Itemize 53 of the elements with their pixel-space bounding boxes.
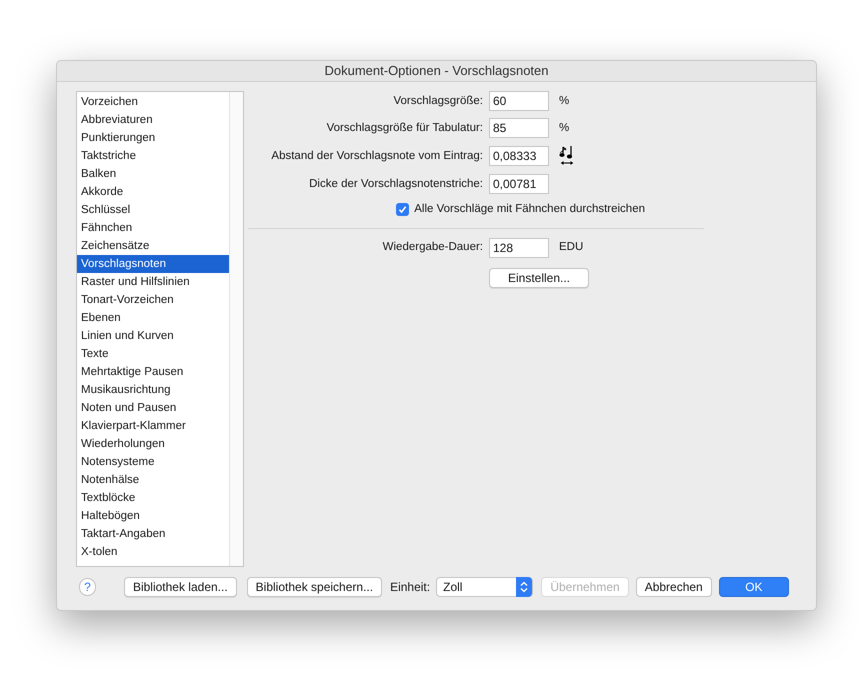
category-item[interactable]: Vorzeichen <box>77 93 229 112</box>
category-item[interactable]: Abbreviaturen <box>77 111 229 130</box>
category-item[interactable]: Texte <box>77 345 229 364</box>
category-item[interactable]: Ebenen <box>77 309 229 328</box>
input-field[interactable]: 60 <box>489 91 549 112</box>
category-item[interactable]: Linien und Kurven <box>77 327 229 346</box>
window-title: Dokument-Optionen - Vorschlagsnoten <box>324 62 548 80</box>
category-item[interactable]: Haltebögen <box>77 507 229 526</box>
library-button[interactable]: Bibliothek laden... <box>124 576 237 597</box>
input-field[interactable]: 0,00781 <box>489 174 549 194</box>
category-item[interactable]: Textblöcke <box>77 489 229 508</box>
category-item[interactable]: Noten und Pausen <box>77 399 229 418</box>
unit-label: % <box>559 120 570 136</box>
dialog-button[interactable]: Abbrechen <box>636 576 712 597</box>
category-item[interactable]: Musikausrichtung <box>77 381 229 400</box>
category-item[interactable]: Schlüssel <box>77 201 229 220</box>
input-field[interactable]: 0,08333 <box>489 146 549 166</box>
category-item[interactable]: Balken <box>77 165 229 184</box>
checkmark-icon <box>398 205 408 214</box>
category-item[interactable]: Vorschlagsnoten <box>77 255 229 274</box>
category-item[interactable]: Fähnchen <box>77 219 229 238</box>
category-item[interactable]: X-tolen <box>77 543 229 562</box>
input-field[interactable]: 85 <box>489 118 549 138</box>
category-item[interactable]: Raster und Hilfslinien <box>77 273 229 292</box>
category-item[interactable]: Notenhälse <box>77 471 229 490</box>
field-label: Dicke der Vorschlagsnotenstriche: <box>308 176 483 192</box>
category-item[interactable]: Taktart-Angaben <box>77 525 229 544</box>
checkbox-label: Alle Vorschläge mit Fähnchen durchstreichen <box>414 202 645 218</box>
field-label: Vorschlagsgröße: <box>392 94 483 109</box>
unit-label: % <box>559 94 570 109</box>
checkbox[interactable] <box>396 203 410 216</box>
category-item[interactable]: Zeichensätze <box>77 237 229 256</box>
category-item[interactable]: Notensysteme <box>77 453 229 472</box>
field-label: Vorschlagsgröße für Tabulatur: <box>326 120 483 136</box>
category-item[interactable]: Mehrtaktige Pausen <box>77 363 229 382</box>
category-item[interactable]: Taktstriche <box>77 147 229 166</box>
unit-select[interactable]: Zoll <box>436 576 534 597</box>
category-item[interactable]: Wiederholungen <box>77 435 229 454</box>
category-item[interactable]: Klavierpart-Klammer <box>77 417 229 436</box>
help-button[interactable]: ? <box>79 578 96 596</box>
unit-select-label: Einheit: <box>390 578 430 596</box>
field-label: Wiedergabe-Dauer: <box>382 240 483 255</box>
grace-note-spacing-icon <box>559 145 575 168</box>
ok-button[interactable]: OK <box>718 576 789 597</box>
category-item[interactable]: Akkorde <box>77 183 229 202</box>
chevron-updown-icon <box>520 580 528 593</box>
category-item[interactable]: Punktierungen <box>77 129 229 148</box>
unit-label: EDU <box>558 240 584 255</box>
category-item[interactable]: Tonart-Vorzeichen <box>77 291 229 310</box>
settings-button[interactable]: Einstellen... <box>489 268 589 288</box>
field-label: Abstand der Vorschlagsnote vom Eintrag: <box>270 148 483 164</box>
library-button[interactable]: Bibliothek speichern... <box>246 576 382 597</box>
input-field[interactable]: 128 <box>489 238 549 258</box>
